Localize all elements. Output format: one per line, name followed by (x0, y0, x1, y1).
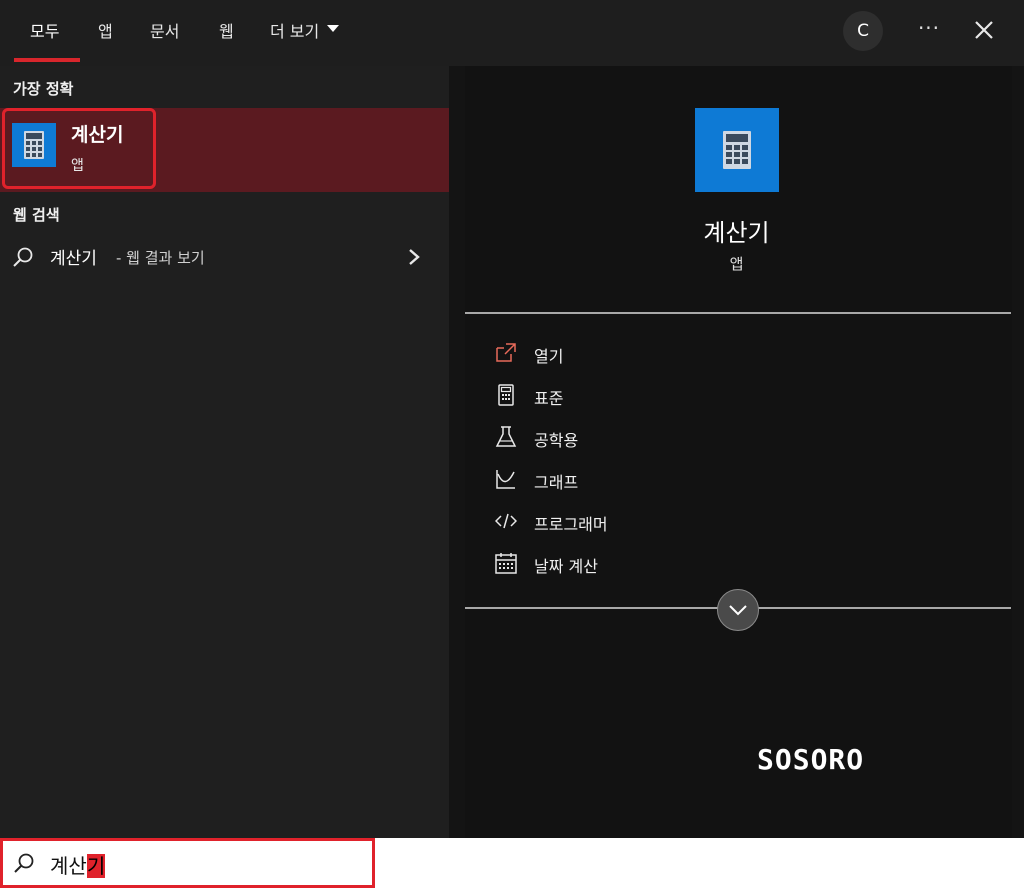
close-icon[interactable] (972, 18, 996, 42)
web-search-heading: 웹 검색 (13, 206, 60, 224)
web-search-result[interactable]: 계산기 - 웹 결과 보기 (0, 240, 449, 280)
flask-icon (495, 426, 517, 447)
web-search-query: 계산기 (50, 249, 97, 269)
app-name: 계산기 (703, 219, 770, 247)
action-graph-label: 그래프 (534, 473, 579, 492)
action-scientific-label: 공학용 (534, 431, 579, 450)
app-tile (695, 108, 779, 192)
more-options-button[interactable]: ··· (913, 16, 945, 44)
best-match-title: 계산기 (71, 124, 124, 146)
action-scientific[interactable]: 공학용 (495, 424, 795, 454)
watermark: SOSORO (757, 743, 865, 776)
calendar-icon (495, 553, 517, 574)
app-kind: 앱 (729, 255, 744, 273)
action-date-calculation[interactable]: 날짜 계산 (495, 550, 795, 580)
action-date-calculation-label: 날짜 계산 (534, 557, 598, 576)
action-graph[interactable]: 그래프 (495, 466, 795, 496)
tab-more-label: 더 보기 (270, 22, 320, 41)
calculator-standard-icon (498, 384, 514, 406)
tab-apps[interactable]: 앱 (98, 18, 113, 66)
action-programmer-label: 프로그래머 (534, 515, 608, 534)
tab-more[interactable]: 더 보기 (270, 18, 340, 66)
account-avatar[interactable]: C (843, 11, 883, 51)
chevron-right-icon (409, 249, 420, 265)
tab-documents[interactable]: 문서 (150, 18, 179, 66)
results-panel: 가장 정확 계산기 앱 웹 검색 계산기 - 웹 결과 보기 (0, 66, 449, 838)
open-icon (496, 343, 516, 362)
top-bar: 모두 앱 문서 웹 더 보기 C ··· (0, 0, 1024, 66)
graph-icon (496, 470, 515, 489)
code-icon (495, 513, 517, 529)
search-icon (13, 247, 33, 267)
action-standard[interactable]: 표준 (495, 382, 795, 412)
expand-button[interactable] (717, 589, 759, 631)
chevron-down-icon (729, 605, 747, 616)
divider (465, 312, 1011, 314)
detail-panel: 계산기 앱 열기 표준 공학용 그래프 프로그래머 날짜 계산 SOSORO (449, 66, 1024, 838)
web-search-suffix: - 웹 결과 보기 (116, 249, 205, 267)
calculator-icon (723, 131, 751, 169)
calculator-icon (12, 123, 56, 167)
action-programmer[interactable]: 프로그래머 (495, 508, 795, 538)
best-match-subtitle: 앱 (71, 158, 84, 174)
active-tab-indicator (14, 58, 80, 62)
search-highlight-box (0, 838, 375, 888)
action-open[interactable]: 열기 (495, 340, 795, 370)
tab-web[interactable]: 웹 (219, 18, 234, 66)
action-open-label: 열기 (534, 347, 564, 366)
best-match-heading: 가장 정확 (13, 80, 74, 98)
action-standard-label: 표준 (534, 389, 564, 408)
caret-down-icon (327, 25, 340, 32)
